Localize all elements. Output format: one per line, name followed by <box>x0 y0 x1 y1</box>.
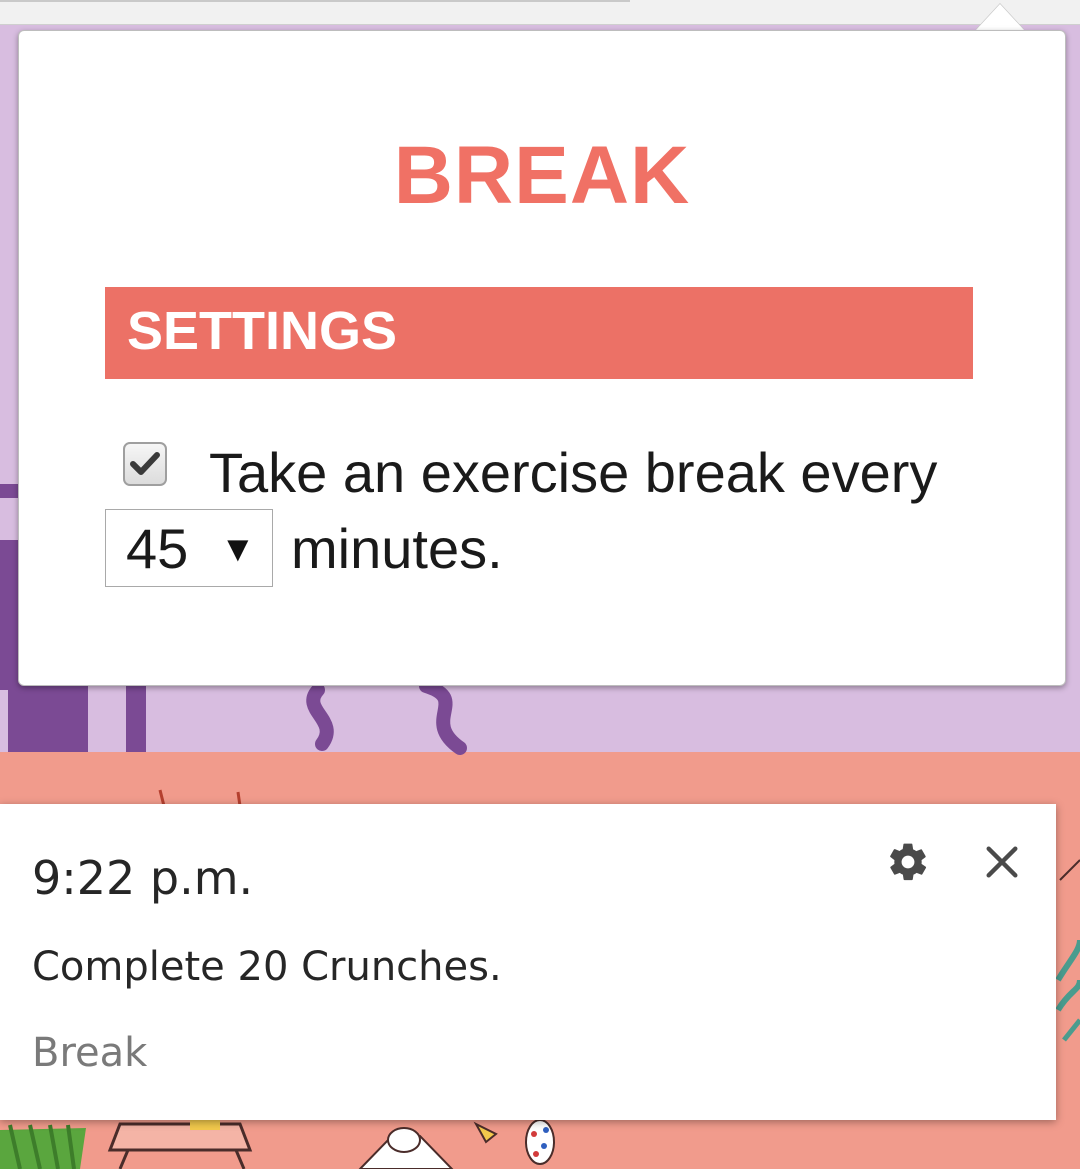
settings-title: SETTINGS <box>127 301 398 361</box>
dropdown-arrow-icon: ▼ <box>220 528 256 569</box>
exercise-break-checkbox[interactable] <box>123 442 167 486</box>
notification-message: Complete 20 Crunches. <box>32 944 502 990</box>
interval-select[interactable]: 45 ▼ <box>105 509 273 587</box>
interval-unit-label: minutes. <box>291 517 503 580</box>
browser-toolbar <box>0 0 1080 25</box>
close-icon[interactable] <box>982 840 1022 884</box>
notification-source: Break <box>32 1030 148 1076</box>
settings-popup: BREAK SETTINGS Take an exercise break ev… <box>18 30 1066 686</box>
settings-header: SETTINGS <box>105 287 973 379</box>
app-title: BREAK <box>393 130 691 221</box>
gear-icon[interactable] <box>886 840 930 884</box>
notification-time: 9:22 p.m. <box>32 851 254 905</box>
exercise-break-label: Take an exercise break every <box>209 441 938 504</box>
break-notification[interactable]: 9:22 p.m. Complete 20 Crunches. Break <box>0 804 1056 1120</box>
interval-select-value: 45 <box>126 517 189 580</box>
toolbar-divider <box>0 0 630 2</box>
popup-pointer <box>976 4 1024 30</box>
checkmark-icon <box>130 452 160 475</box>
